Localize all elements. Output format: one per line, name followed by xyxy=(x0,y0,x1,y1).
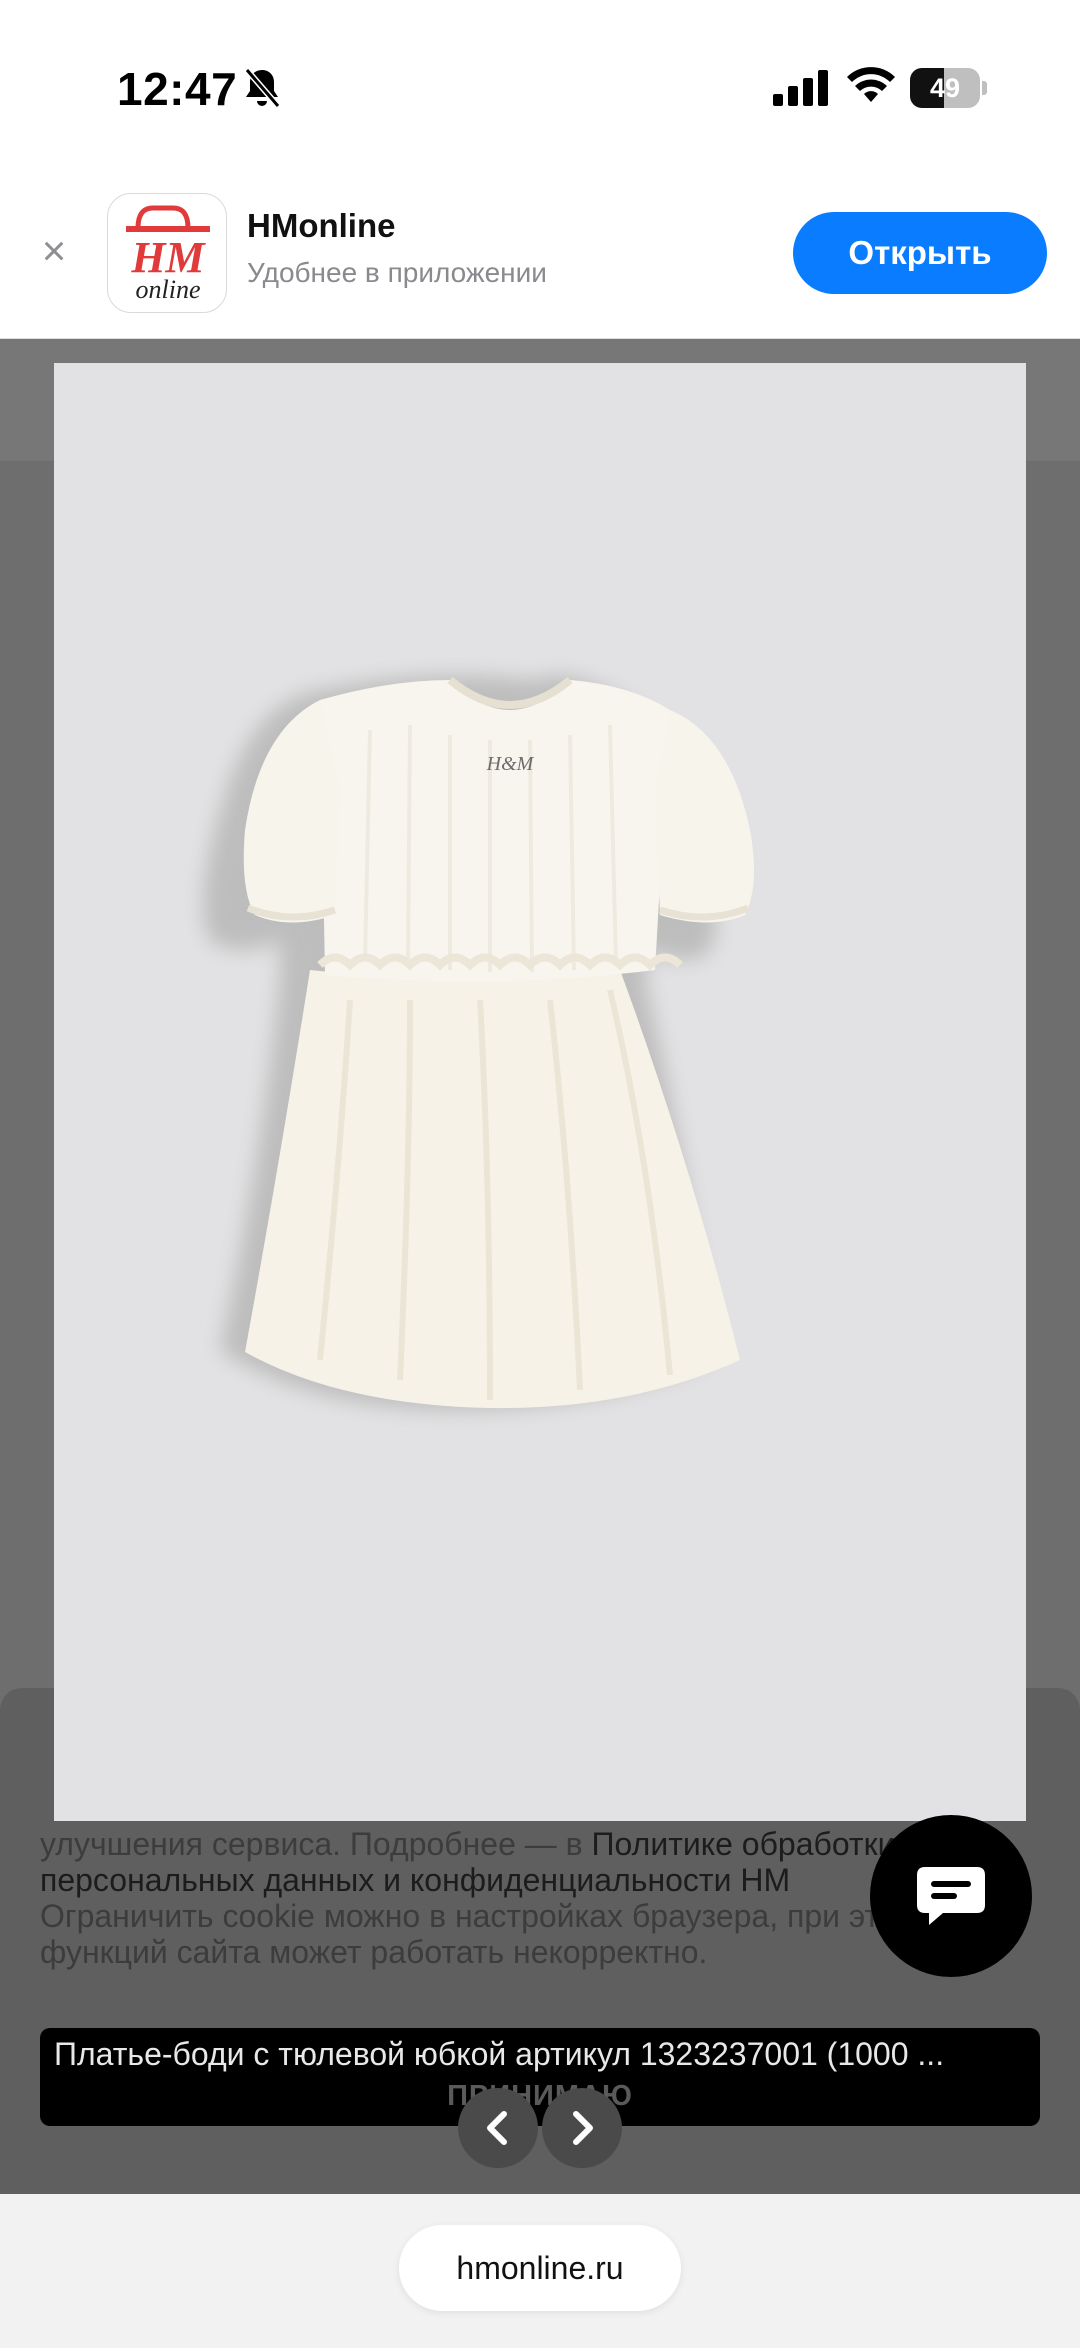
battery-indicator: 49 xyxy=(910,68,988,108)
app-name: HMonline xyxy=(247,207,396,244)
accept-cookies-button[interactable]: ПРИНИМАЮ xyxy=(40,2080,1040,2113)
cellular-signal-icon xyxy=(773,70,828,106)
cookie-text-part1: улучшения сервиса. Подробнее — в xyxy=(40,1826,592,1862)
status-bar: 12:47 49 xyxy=(0,0,1080,175)
chat-icon xyxy=(917,1867,985,1925)
photo-caption-bar: Платье-боди с тюлевой юбкой артикул 1323… xyxy=(40,2028,1040,2126)
bell-muted-icon xyxy=(244,68,281,108)
dress-image: H&M xyxy=(203,675,754,1410)
chevron-left-icon xyxy=(487,2111,507,2145)
app-icon: HM online xyxy=(107,193,227,313)
app-subtitle: Удобнее в приложении xyxy=(247,257,547,288)
cookie-text-part2: Ограничить cookie можно в настройках бра… xyxy=(40,1898,1010,1970)
open-app-button[interactable]: Открыть xyxy=(793,212,1047,294)
svg-text:online: online xyxy=(136,275,201,304)
next-photo-button[interactable] xyxy=(542,2088,622,2168)
dress-brand-label: H&M xyxy=(486,753,535,775)
address-bar[interactable]: hmonline.ru xyxy=(399,2225,681,2311)
chat-button[interactable] xyxy=(870,1815,1032,1977)
app-banner: × HM online HMonline Удобнее в приложени… xyxy=(0,175,1080,339)
hm-logo-icon: HM online xyxy=(126,205,210,304)
product-photo: H&M xyxy=(54,363,1026,1821)
wifi-icon xyxy=(847,67,895,102)
chevron-right-icon xyxy=(573,2111,593,2145)
previous-photo-button[interactable] xyxy=(458,2088,538,2168)
battery-percentage: 49 xyxy=(929,73,961,103)
close-icon[interactable]: × xyxy=(36,230,72,272)
status-time: 12:47 xyxy=(117,63,238,115)
photo-caption: Платье-боди с тюлевой юбкой артикул 1323… xyxy=(54,2036,945,2072)
